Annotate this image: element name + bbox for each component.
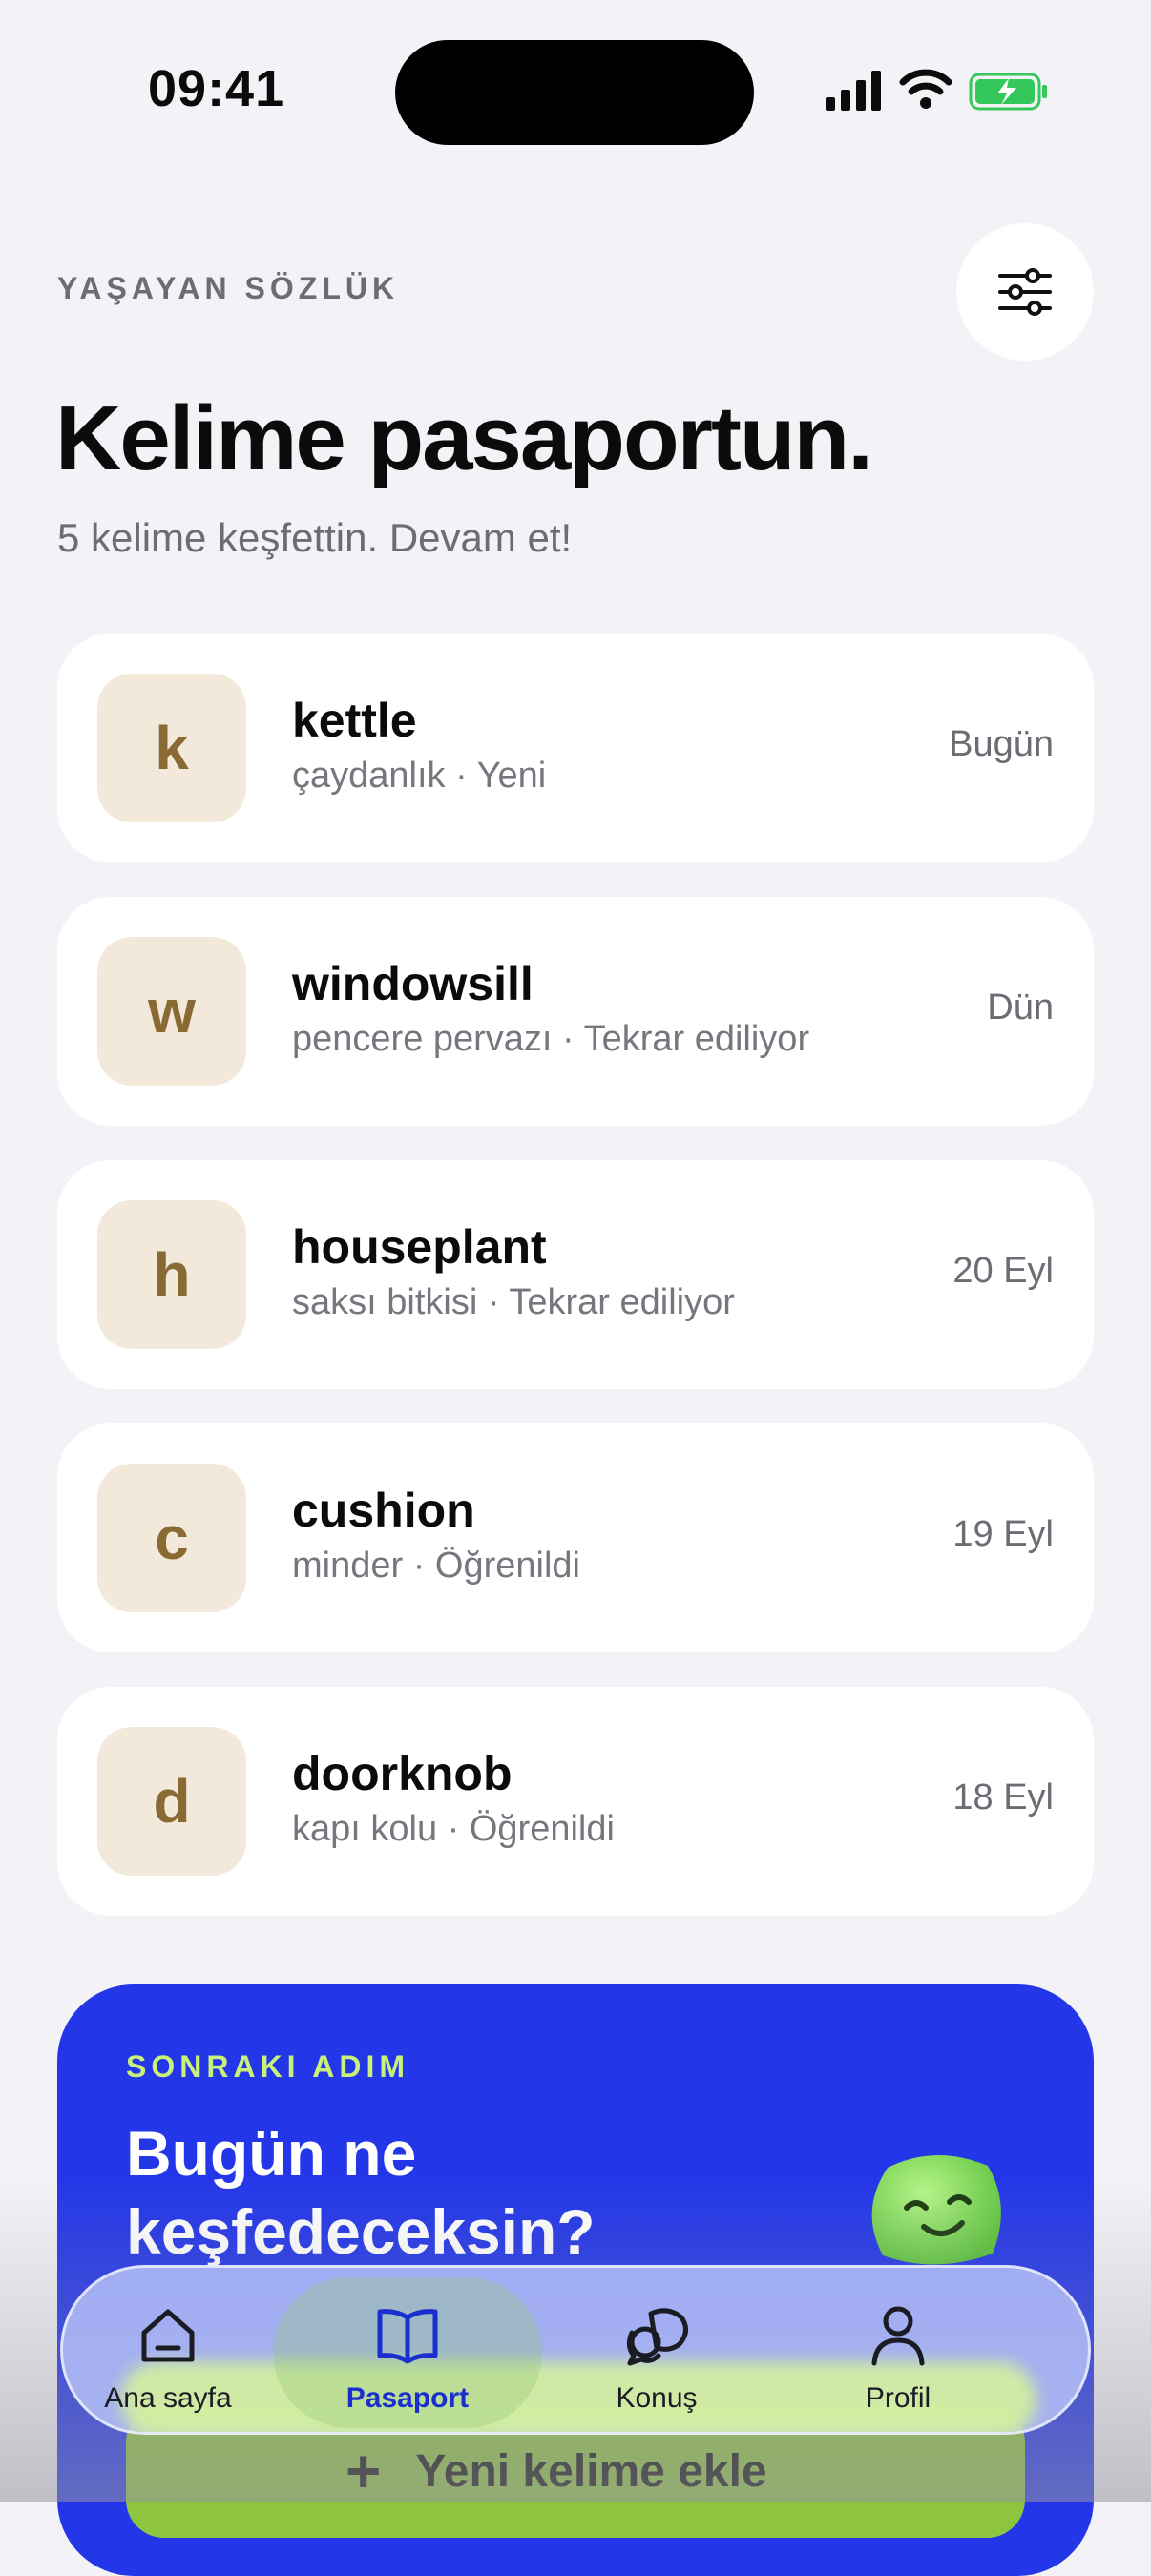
chat-icon: [626, 2308, 688, 2366]
word-initial-badge: h: [97, 1200, 246, 1349]
word-card[interactable]: d doorknob kapı kolu · Öğrenildi 18 Eyl: [57, 1687, 1094, 1916]
home-icon: [141, 2309, 195, 2362]
word-initial-badge: c: [97, 1464, 246, 1612]
tab-home[interactable]: Ana sayfa: [63, 2268, 273, 2432]
word-date: 20 Eyl: [952, 1251, 1054, 1291]
word-date: 18 Eyl: [952, 1777, 1054, 1818]
word-title: kettle: [292, 694, 417, 747]
person-icon: [871, 2306, 925, 2366]
word-meta: minder · Öğrenildi: [292, 1546, 580, 1586]
page-title: Kelime pasaportun.: [55, 387, 873, 489]
word-date: Dün: [987, 987, 1054, 1028]
word-list: k kettle çaydanlık · Yeni Bugün w window…: [57, 634, 1094, 1950]
word-meta: kapı kolu · Öğrenildi: [292, 1809, 615, 1849]
tab-passport[interactable]: Pasaport: [244, 2268, 571, 2432]
plus-icon: +: [345, 2437, 382, 2505]
page-subtitle: 5 kelime keşfettin. Devam et!: [57, 515, 573, 560]
tab-label: Konuş: [616, 2382, 698, 2414]
status-time: 09:41: [148, 60, 285, 117]
word-initial-badge: k: [97, 674, 246, 822]
tab-profile[interactable]: Profil: [793, 2268, 1003, 2432]
word-card[interactable]: h houseplant saksı bitkisi · Tekrar edil…: [57, 1160, 1094, 1389]
word-card[interactable]: c cushion minder · Öğrenildi 19 Eyl: [57, 1423, 1094, 1652]
word-title: cushion: [292, 1484, 475, 1537]
word-title: houseplant: [292, 1220, 547, 1274]
tab-bar: Ana sayfa Pasaport Konuş Profil: [60, 2265, 1091, 2435]
word-card[interactable]: k kettle çaydanlık · Yeni Bugün: [57, 634, 1094, 862]
word-date: Bugün: [949, 724, 1054, 764]
battery-charging-icon: [969, 73, 1047, 111]
tab-chat[interactable]: Konuş: [552, 2268, 762, 2432]
word-date: 19 Eyl: [952, 1514, 1054, 1554]
filter-button[interactable]: [956, 223, 1094, 361]
cellular-signal-icon: [826, 71, 881, 111]
word-title: windowsill: [292, 957, 534, 1010]
next-step-eyebrow: SONRAKI ADIM: [126, 2049, 410, 2084]
next-step-title: Bugün ne keşfedeceksin?: [126, 2118, 596, 2267]
word-initial-badge: d: [97, 1727, 246, 1876]
add-word-label: Yeni kelime ekle: [415, 2445, 767, 2497]
dynamic-island: [395, 40, 754, 145]
sliders-icon: [998, 268, 1052, 316]
wifi-icon: [899, 69, 952, 109]
word-initial-badge: w: [97, 937, 246, 1086]
smiling-blob-mascot-icon: [871, 2154, 1001, 2265]
word-card[interactable]: w windowsill pencere pervazı · Tekrar ed…: [57, 897, 1094, 1126]
tab-label: Profil: [865, 2382, 931, 2414]
section-eyebrow: YAŞAYAN SÖZLÜK: [57, 271, 400, 305]
tab-label: Ana sayfa: [104, 2382, 232, 2414]
word-title: doorknob: [292, 1747, 513, 1800]
word-meta: çaydanlık · Yeni: [292, 756, 547, 796]
tab-label: Pasaport: [345, 2382, 470, 2414]
status-bar: 09:41: [0, 0, 1151, 181]
word-meta: pencere pervazı · Tekrar ediliyor: [292, 1019, 810, 1059]
word-meta: saksı bitkisi · Tekrar ediliyor: [292, 1282, 735, 1322]
book-icon: [377, 2309, 438, 2364]
